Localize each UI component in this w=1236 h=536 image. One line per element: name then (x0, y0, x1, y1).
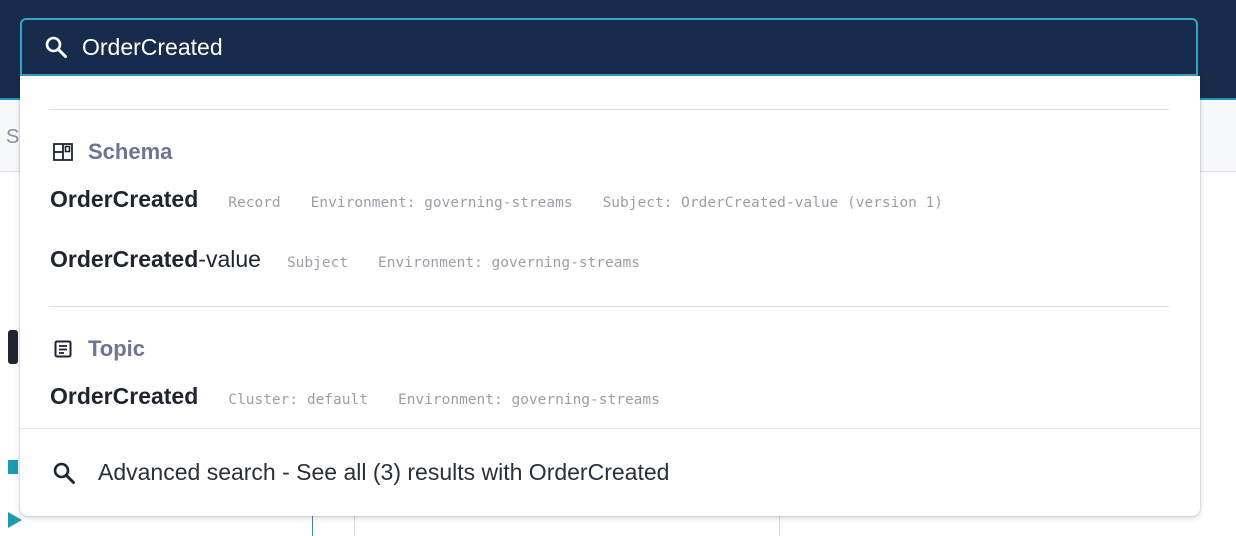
result-environment: Environment: governing-streams (310, 195, 573, 211)
search-result-item[interactable]: OrderCreated-value Subject Environment: … (50, 246, 670, 273)
result-cluster: Cluster: default (228, 392, 368, 408)
background-divider (354, 514, 355, 536)
result-name-match: OrderCreated (50, 186, 199, 212)
topic-document-icon (54, 340, 72, 358)
global-search-bar[interactable] (20, 18, 1198, 76)
result-name: OrderCreated (50, 383, 198, 410)
subnav-text-fragment: S (6, 126, 20, 148)
section-title: Topic (88, 336, 146, 361)
divider (49, 109, 1169, 110)
background-divider (779, 514, 780, 536)
divider (49, 306, 1169, 307)
search-input[interactable] (82, 20, 1196, 74)
result-name-match: OrderCreated (50, 246, 199, 272)
section-header-topic: Topic (52, 336, 145, 362)
result-environment: Environment: governing-streams (378, 255, 640, 271)
advanced-search-link[interactable]: Advanced search - See all (3) results wi… (20, 428, 1200, 516)
section-title: Schema (88, 139, 173, 164)
result-type: Subject (286, 255, 349, 271)
search-result-item[interactable]: OrderCreated Cluster: default Environmen… (50, 383, 690, 410)
search-icon (45, 36, 67, 58)
section-header-schema: Schema (52, 139, 172, 165)
result-environment: Environment: governing-streams (397, 392, 660, 408)
result-name-match: OrderCreated (50, 383, 199, 409)
result-name: OrderCreated (50, 186, 198, 213)
advanced-search-label: Advanced search - See all (3) results wi… (98, 459, 670, 485)
search-result-item[interactable]: OrderCreated Record Environment: governi… (50, 186, 973, 213)
background-heading-fragment (8, 330, 18, 364)
background-divider (312, 514, 313, 536)
result-name: OrderCreated-value (50, 246, 261, 273)
schema-grid-icon (53, 143, 73, 161)
result-type: Record (228, 195, 281, 211)
search-results-dropdown: Schema OrderCreated Record Environment: … (20, 76, 1200, 516)
search-icon (53, 462, 75, 484)
background-teal-marker (8, 460, 18, 474)
result-name-rest: -value (198, 246, 261, 272)
result-subject: Subject: OrderCreated-value (version 1) (602, 195, 944, 211)
